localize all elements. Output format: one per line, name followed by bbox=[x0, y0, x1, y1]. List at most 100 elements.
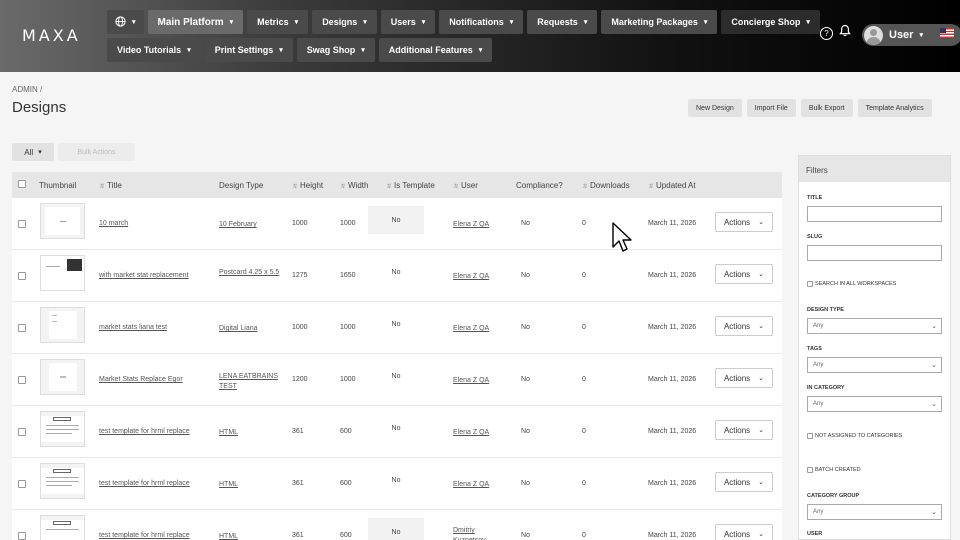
is-template-value[interactable]: No bbox=[368, 310, 424, 338]
user-link[interactable]: Elena Z QA bbox=[453, 428, 503, 438]
user-link[interactable]: Elena Z QA bbox=[453, 324, 503, 334]
chevron-down-icon: ⌄ bbox=[931, 401, 937, 408]
width-value: 600 bbox=[340, 428, 352, 435]
row-checkbox[interactable] bbox=[18, 272, 26, 280]
design-title-link[interactable]: test template for hrml replace bbox=[99, 428, 190, 435]
design-title-link[interactable]: test template for hrml replace bbox=[99, 532, 190, 539]
nav-additional-features[interactable]: Additional Features ▾ bbox=[378, 38, 493, 62]
is-template-value[interactable]: No bbox=[368, 466, 424, 494]
nav-users[interactable]: Users ▾ bbox=[380, 10, 436, 34]
bulk-export-button[interactable]: Bulk Export bbox=[800, 99, 853, 117]
breadcrumb[interactable]: ADMIN / bbox=[12, 85, 42, 94]
design-thumbnail[interactable] bbox=[40, 463, 85, 499]
us-flag-icon[interactable] bbox=[940, 28, 954, 38]
header-user[interactable]: ⇅ User bbox=[453, 181, 478, 190]
template-analytics-button[interactable]: Template Analytics bbox=[857, 99, 932, 117]
batch-created-option[interactable]: BATCH CREATED bbox=[807, 467, 861, 473]
nav-notifications[interactable]: Notifications ▾ bbox=[439, 10, 524, 34]
nav-video-tutorials[interactable]: Video Tutorials ▾ bbox=[107, 38, 201, 62]
user-link[interactable]: Elena Z QA bbox=[453, 272, 503, 282]
design-title-link[interactable]: test template for hrml replace bbox=[99, 480, 190, 487]
nav-designs[interactable]: Designs ▾ bbox=[312, 10, 377, 34]
design-thumbnail[interactable] bbox=[40, 359, 85, 395]
tags-select[interactable]: Any ⌄ bbox=[807, 357, 942, 373]
all-filter-dropdown[interactable]: All ▾ bbox=[12, 143, 54, 161]
design-type-link[interactable]: Digital Liana bbox=[219, 324, 281, 334]
actions-dropdown[interactable]: Actions ⌄ bbox=[715, 264, 773, 284]
nav-marketing-packages[interactable]: Marketing Packages ▾ bbox=[601, 10, 718, 34]
design-type-link[interactable]: HTML bbox=[219, 480, 281, 490]
chevron-down-icon: ▾ bbox=[132, 19, 136, 26]
actions-dropdown[interactable]: Actions ⌄ bbox=[715, 368, 773, 388]
row-checkbox[interactable] bbox=[18, 376, 26, 384]
is-template-value[interactable]: No bbox=[368, 206, 424, 234]
design-type-link[interactable]: LENA EATBRAINS TEST bbox=[219, 372, 281, 392]
is-template-value[interactable]: No bbox=[368, 414, 424, 442]
design-type-select[interactable]: Any ⌄ bbox=[807, 318, 942, 334]
row-checkbox[interactable] bbox=[18, 428, 26, 436]
bell-icon[interactable] bbox=[839, 24, 851, 42]
header-updated-at[interactable]: ⇅ Updated At bbox=[648, 181, 696, 190]
design-type-link[interactable]: 10 February bbox=[219, 220, 281, 230]
design-thumbnail[interactable] bbox=[40, 411, 85, 447]
bulk-actions-dropdown[interactable]: Bulk Actions bbox=[58, 143, 135, 161]
in-category-select[interactable]: Any ⌄ bbox=[807, 396, 942, 412]
user-link[interactable]: Dmitriy Kuznetsov bbox=[453, 526, 503, 540]
nav-requests[interactable]: Requests ▾ bbox=[527, 10, 598, 34]
is-template-value[interactable]: No bbox=[368, 258, 424, 286]
nav-main-platform[interactable]: Main Platform ▾ bbox=[147, 10, 244, 34]
header-width[interactable]: ⇅ Width bbox=[340, 181, 368, 190]
header-height[interactable]: ⇅ Height bbox=[292, 181, 323, 190]
design-thumbnail[interactable] bbox=[40, 203, 85, 239]
title-filter-input[interactable] bbox=[807, 206, 942, 222]
nav-concierge-shop[interactable]: Concierge Shop ▾ bbox=[721, 10, 820, 34]
is-template-value[interactable]: No bbox=[368, 518, 424, 540]
header-is-template[interactable]: ⇅ Is Template bbox=[386, 181, 435, 190]
support-icon[interactable]: ? bbox=[820, 26, 833, 40]
is-template-value[interactable]: No bbox=[368, 362, 424, 390]
batch-created-checkbox[interactable] bbox=[807, 467, 813, 473]
row-checkbox[interactable] bbox=[18, 532, 26, 540]
language-menu-button[interactable]: ▾ bbox=[107, 10, 144, 34]
select-all-checkbox[interactable] bbox=[18, 180, 26, 188]
category-group-select[interactable]: Any ⌄ bbox=[807, 504, 942, 520]
user-link[interactable]: Elena Z QA bbox=[453, 220, 503, 230]
design-thumbnail[interactable] bbox=[40, 255, 85, 291]
nav-metrics[interactable]: Metrics ▾ bbox=[247, 10, 309, 34]
design-type-link[interactable]: HTML bbox=[219, 428, 281, 438]
filters-heading: Filters bbox=[799, 156, 950, 182]
sort-icon: ⇅ bbox=[648, 184, 654, 190]
actions-dropdown[interactable]: Actions ⌄ bbox=[715, 420, 773, 440]
actions-dropdown[interactable]: Actions ⌄ bbox=[715, 472, 773, 492]
design-title-link[interactable]: 10 march bbox=[99, 220, 128, 227]
search-all-workspaces-checkbox[interactable] bbox=[807, 281, 813, 287]
nav-swag-shop[interactable]: Swag Shop ▾ bbox=[296, 38, 375, 62]
row-checkbox[interactable] bbox=[18, 324, 26, 332]
row-checkbox[interactable] bbox=[18, 220, 26, 228]
search-all-workspaces-option[interactable]: SEARCH IN ALL WORKSPACES bbox=[807, 281, 896, 287]
design-thumbnail[interactable] bbox=[40, 307, 85, 343]
design-title-link[interactable]: with market stat replacement bbox=[99, 272, 188, 279]
not-assigned-checkbox[interactable] bbox=[807, 433, 813, 439]
updated-at-value: March 11, 2026 bbox=[648, 220, 697, 227]
design-title-link[interactable]: market stats liana test bbox=[99, 324, 167, 331]
header-title[interactable]: ⇅ Title bbox=[99, 181, 122, 190]
brand-logo[interactable]: MAXA bbox=[22, 26, 81, 45]
header-downloads[interactable]: ⇅ Downloads bbox=[582, 181, 630, 190]
design-title-link[interactable]: Market Stats Replace Egor bbox=[99, 376, 183, 383]
import-file-button[interactable]: Import File bbox=[746, 99, 796, 117]
not-assigned-option[interactable]: NOT ASSIGNED TO CATEGORIES bbox=[807, 433, 902, 439]
user-link[interactable]: Elena Z QA bbox=[453, 376, 503, 386]
design-type-link[interactable]: HTML bbox=[219, 532, 281, 540]
new-design-button[interactable]: New Design bbox=[688, 99, 742, 117]
actions-dropdown[interactable]: Actions ⌄ bbox=[715, 212, 773, 232]
nav-print-settings[interactable]: Print Settings ▾ bbox=[204, 38, 293, 62]
actions-dropdown[interactable]: Actions ⌄ bbox=[715, 316, 773, 336]
actions-dropdown[interactable]: Actions ⌄ bbox=[715, 524, 773, 540]
slug-filter-input[interactable] bbox=[807, 245, 942, 261]
globe-icon bbox=[115, 15, 126, 29]
row-checkbox[interactable] bbox=[18, 480, 26, 488]
design-thumbnail[interactable] bbox=[40, 515, 85, 540]
user-link[interactable]: Elena Z QA bbox=[453, 480, 503, 490]
design-type-link[interactable]: Postcard 4.25 x 5.5 bbox=[219, 268, 281, 278]
